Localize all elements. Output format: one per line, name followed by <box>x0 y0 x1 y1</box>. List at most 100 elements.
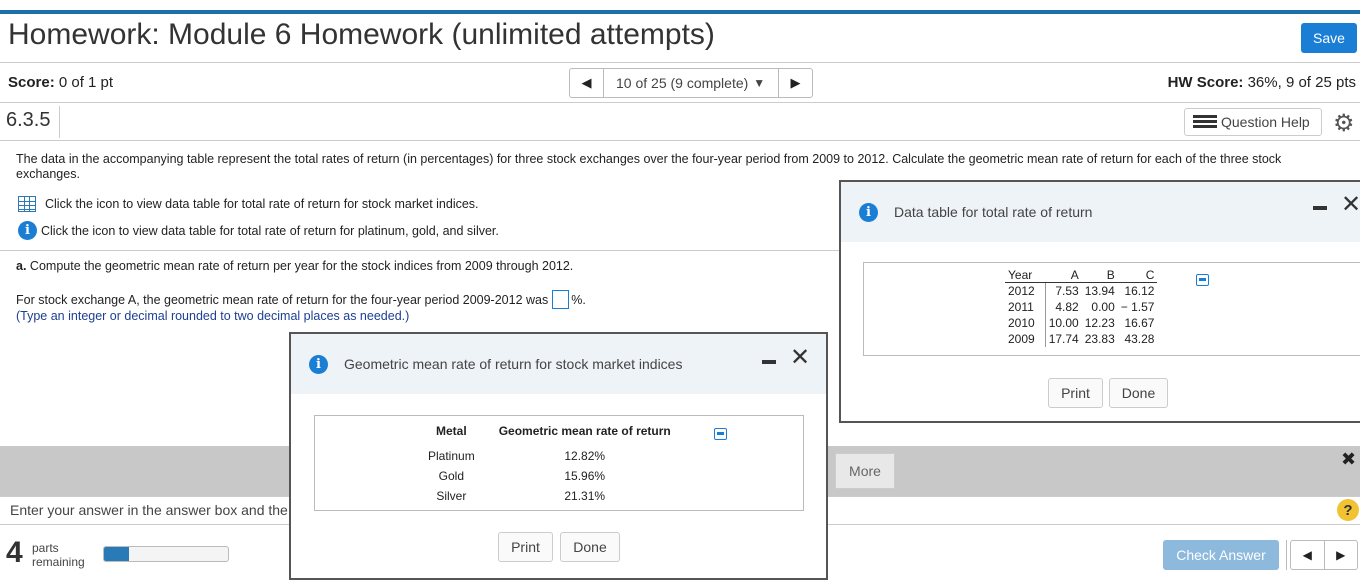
answer-input[interactable] <box>552 290 570 309</box>
table-cell: 7.53 <box>1055 284 1079 298</box>
table-body: 2012 7.53 13.94 16.12 2011 4.82 0.00− 1.57 2010… <box>1005 282 1157 347</box>
part-a-prompt: a. Compute the geometric mean rate of re… <box>16 259 573 273</box>
close-icon[interactable]: ✕ <box>1341 190 1360 219</box>
table-cell: 2010 <box>1005 315 1046 331</box>
score-label: Score: <box>8 74 55 91</box>
progress-fill <box>104 547 129 561</box>
data-table-link-metals[interactable]: i Click the icon to view data table for … <box>18 221 499 240</box>
next-question-button[interactable]: ▶ <box>1323 541 1358 569</box>
table-cell: 2012 <box>1005 282 1046 299</box>
parts-label-line1: parts <box>32 541 59 555</box>
table-body: Platinum 12.82% Gold 15.96% Silver 21.31% <box>416 446 683 506</box>
question-navigator: ◀ 10 of 25 (9 complete) ▼ ▶ <box>569 68 813 98</box>
table-row: 2012 7.53 13.94 16.12 <box>1005 282 1157 299</box>
dialog-header: i Geometric mean rate of return for stoc… <box>291 334 826 394</box>
return-data-table: Year A B C 2012 7.53 13.94 16.12 2011 4.82 0.00 − … <box>1005 268 1158 347</box>
table-row: Platinum 12.82% <box>416 446 683 466</box>
divider <box>0 102 1360 103</box>
table-cell: 17.74 <box>1048 332 1079 346</box>
table-cell: Gold <box>438 469 465 483</box>
bottom-navigator: ◀ ▶ <box>1290 540 1358 570</box>
left-arrow-icon: ◀ <box>1302 548 1312 562</box>
parts-label: parts remaining <box>32 541 85 569</box>
parts-progress-bar <box>103 546 229 562</box>
geometric-mean-table: Metal Geometric mean rate of return Plati… <box>416 424 683 506</box>
next-question-button[interactable]: ▶ <box>779 69 812 97</box>
parts-count: 4 <box>6 536 23 569</box>
question-text: The data in the accompanying table repre… <box>16 152 1282 181</box>
divider <box>0 250 842 251</box>
table-header-row: Year A B C <box>1005 268 1158 283</box>
save-button[interactable]: Save <box>1301 23 1357 53</box>
top-accent-bar <box>0 10 1360 14</box>
table-cell: 4.82 <box>1055 300 1079 314</box>
column-header: Geometric mean rate of return <box>498 424 671 438</box>
column-header: A <box>1045 268 1082 283</box>
table-cell: 10.00 <box>1048 316 1079 330</box>
divider <box>1286 540 1287 570</box>
score-value: 0 of 1 pt <box>58 74 114 91</box>
question-help-label: Question Help <box>1221 114 1310 130</box>
part-text: Compute the geometric mean rate of retur… <box>29 259 574 273</box>
table-row: 2011 4.82 0.00 − 1.57 <box>1005 299 1157 315</box>
table-row: 2009 17.74 23.83 43.28 <box>1005 331 1157 347</box>
link-text: Click the icon to view data table for to… <box>45 197 479 211</box>
divider <box>0 62 1360 63</box>
divider <box>0 140 1360 141</box>
check-answer-button[interactable]: Check Answer <box>1163 540 1279 570</box>
table-row: Silver 21.31% <box>416 486 683 506</box>
gear-icon[interactable]: ⚙ <box>1333 109 1355 138</box>
table-cell: 2011 <box>1005 299 1046 315</box>
copy-icon[interactable] <box>1196 274 1209 286</box>
info-icon: i <box>309 354 328 374</box>
right-arrow-icon: ▶ <box>790 75 801 90</box>
info-icon[interactable]: i <box>18 221 37 240</box>
hw-score-label: HW Score: <box>1167 74 1244 91</box>
table-row: Gold 15.96% <box>416 466 683 486</box>
answer-prompt: For stock exchange A, the geometric mean… <box>16 292 549 307</box>
table-cell: 21.31% <box>564 489 606 503</box>
right-arrow-icon: ▶ <box>1336 548 1346 562</box>
parts-label-line2: remaining <box>32 555 85 569</box>
table-icon[interactable] <box>18 196 36 212</box>
info-icon: i <box>859 202 878 222</box>
close-icon[interactable]: ✕ <box>790 343 810 372</box>
print-button[interactable]: Print <box>1048 378 1103 408</box>
prev-question-button[interactable]: ◀ <box>570 69 603 97</box>
help-icon[interactable]: ? <box>1337 499 1359 521</box>
table-cell: 12.23 <box>1084 316 1115 330</box>
dialog-header: i Data table for total rate of return <box>841 182 1360 242</box>
close-icon[interactable]: ✖ <box>1341 449 1356 470</box>
geometric-mean-dialog: i Geometric mean rate of return for stoc… <box>289 332 828 580</box>
table-header-row: Metal Geometric mean rate of return <box>416 424 683 446</box>
table-cell: 43.28 <box>1124 332 1155 346</box>
question-help-button[interactable]: Question Help <box>1184 108 1322 136</box>
data-table-link-stock[interactable]: Click the icon to view data table for to… <box>18 196 479 212</box>
minimize-icon[interactable] <box>762 360 776 364</box>
question-number: 6.3.5 <box>0 106 60 138</box>
done-button[interactable]: Done <box>1109 378 1168 408</box>
print-button[interactable]: Print <box>498 532 553 562</box>
score-display: Score: 0 of 1 pt <box>8 74 113 91</box>
table-cell: 16.67 <box>1124 316 1155 330</box>
copy-icon[interactable] <box>714 428 727 440</box>
list-icon <box>1193 115 1217 129</box>
answer-line: For stock exchange A, the geometric mean… <box>16 290 586 309</box>
hw-score-value: 36%, 9 of 25 pts <box>1247 74 1356 91</box>
table-cell: 12.82% <box>564 449 606 463</box>
table-cell: Silver <box>436 489 467 503</box>
table-row: 2010 10.00 12.23 16.67 <box>1005 315 1157 331</box>
minimize-icon[interactable] <box>1313 206 1327 210</box>
caret-down-icon: ▼ <box>753 76 766 90</box>
link-text: Click the icon to view data table for to… <box>41 223 499 238</box>
table-cell: 13.94 <box>1084 284 1115 298</box>
data-table-dialog: i Data table for total rate of return ✕ … <box>839 180 1360 423</box>
answer-hint: (Type an integer or decimal rounded to t… <box>16 309 410 323</box>
prev-question-button[interactable]: ◀ <box>1291 541 1324 569</box>
table-cell: 23.83 <box>1084 332 1115 346</box>
done-button[interactable]: Done <box>560 532 620 562</box>
table-cell: − 1.57 <box>1120 300 1155 314</box>
table-cell: Platinum <box>428 449 475 463</box>
question-select[interactable]: 10 of 25 (9 complete) ▼ <box>603 69 779 97</box>
more-button[interactable]: More <box>835 453 895 489</box>
